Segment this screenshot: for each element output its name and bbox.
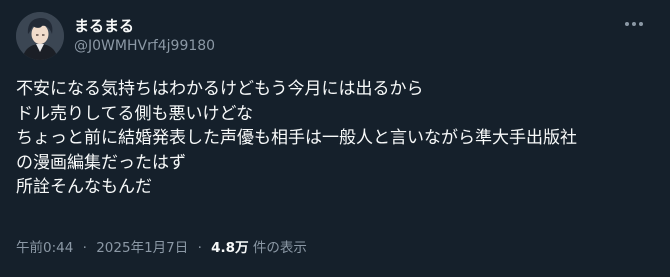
tweet-header: まるまる @J0WMHVrf4j99180 <box>16 12 654 60</box>
tweet-meta: 午前0:44 · 2025年1月7日 · 4.8万 件の表示 <box>16 236 307 256</box>
tweet-card: まるまる @J0WMHVrf4j99180 不安になる気持ちはわかるけどもう今月… <box>0 0 670 277</box>
more-options-icon[interactable] <box>622 16 646 32</box>
more-dot <box>639 22 643 26</box>
tweet-text-line: 不安になる気持ちはわかるけどもう今月には出るから <box>16 79 424 99</box>
tweet-text-line: の漫画編集だったはず <box>16 152 186 173</box>
more-dot <box>625 22 629 26</box>
tweet-text-line: ちょっと前に結婚発表した声優も相手は一般人と言いながら準大手出版社 <box>16 128 577 148</box>
author-handle[interactable]: @J0WMHVrf4j99180 <box>74 36 215 56</box>
tweet-text: 不安になる気持ちはわかるけどもう今月には出るから ドル売りしてる側も悪いけどな … <box>16 77 654 200</box>
views-count[interactable]: 4.8万 <box>211 240 248 256</box>
avatar[interactable] <box>16 12 64 60</box>
tweet-date[interactable]: 2025年1月7日 <box>96 240 188 256</box>
author-display-name[interactable]: まるまる <box>74 16 215 36</box>
tweet-text-line: ドル売りしてる側も悪いけどな <box>16 103 254 124</box>
meta-separator: · <box>82 240 87 256</box>
author-names: まるまる @J0WMHVrf4j99180 <box>74 16 215 56</box>
anime-avatar-icon <box>16 12 64 60</box>
views-label: 件の表示 <box>252 240 307 256</box>
more-dot <box>632 22 636 26</box>
tweet-text-line: 所詮そんなもんだ <box>16 177 152 197</box>
meta-separator: · <box>197 240 202 256</box>
tweet-time[interactable]: 午前0:44 <box>16 240 73 256</box>
